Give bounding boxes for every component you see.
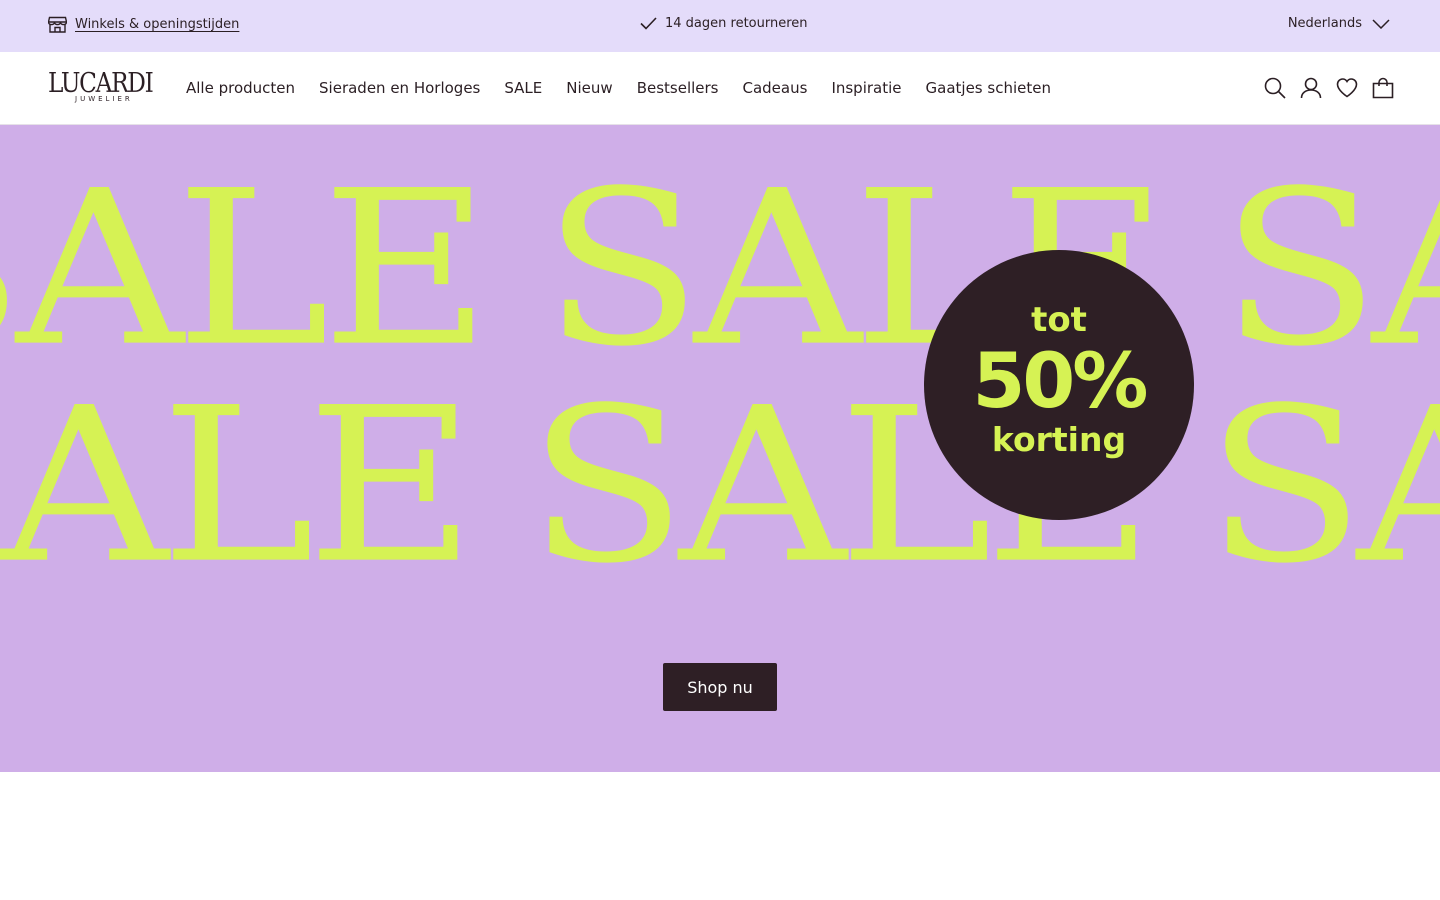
usp-returns: 14 dagen retourneren [640, 16, 808, 31]
stores-link-label: Winkels & openingstijden [75, 17, 240, 32]
account-icon[interactable] [1300, 77, 1322, 99]
sale-pattern-row: SALESALESALE [0, 153, 1440, 385]
header-actions [1264, 77, 1394, 99]
sale-word: SALE [1220, 144, 1440, 394]
stores-link[interactable]: Winkels & openingstijden [48, 16, 239, 33]
language-label: Nederlands [1287, 16, 1362, 31]
store-icon [48, 16, 67, 33]
nav-item-inspiratie[interactable]: Inspiratie [831, 78, 901, 98]
nav-item-alle-producten[interactable]: Alle producten [186, 78, 295, 98]
wishlist-icon[interactable] [1336, 77, 1358, 99]
nav-item-gaatjes-schieten[interactable]: Gaatjes schieten [926, 78, 1051, 98]
logo[interactable]: LUCARDI JUWELIER [48, 70, 158, 108]
nav-item-cadeaus[interactable]: Cadeaus [743, 78, 808, 98]
logo-subtext: JUWELIER [75, 95, 133, 103]
shop-now-button[interactable]: Shop nu [663, 663, 777, 711]
logo-text: LUCARDI [48, 68, 154, 99]
nav-item-bestsellers[interactable]: Bestsellers [637, 78, 719, 98]
usp-returns-label: 14 dagen retourneren [665, 16, 808, 31]
sale-word: SALE [1205, 361, 1440, 611]
sale-hero-banner[interactable]: SALESALESALE SALESALESALE tot 50% kortin… [0, 125, 1440, 772]
main-nav: Alle producten Sieraden en Horloges SALE… [186, 78, 1075, 98]
announcement-bar: Winkels & openingstijden 14 dagen retour… [0, 0, 1440, 52]
nav-item-nieuw[interactable]: Nieuw [566, 78, 612, 98]
nav-item-sale[interactable]: SALE [504, 78, 542, 98]
discount-badge-prefix: tot [1031, 300, 1087, 340]
sale-word: SALE [0, 144, 491, 394]
language-selector[interactable]: Nederlands [1288, 16, 1390, 31]
discount-badge: tot 50% korting [924, 250, 1194, 520]
discount-badge-suffix: korting [991, 420, 1127, 459]
sale-word: SALE [0, 361, 476, 611]
search-icon[interactable] [1264, 77, 1286, 99]
discount-badge-percentage: 50% [972, 336, 1149, 425]
chevron-down-icon [1372, 18, 1390, 29]
bag-icon[interactable] [1372, 77, 1394, 99]
sale-pattern-row: SALESALESALE [0, 370, 1440, 602]
nav-item-sieraden-en-horloges[interactable]: Sieraden en Horloges [319, 78, 480, 98]
checkmark-icon [640, 17, 657, 30]
main-header: LUCARDI JUWELIER Alle producten Sieraden… [0, 52, 1440, 125]
